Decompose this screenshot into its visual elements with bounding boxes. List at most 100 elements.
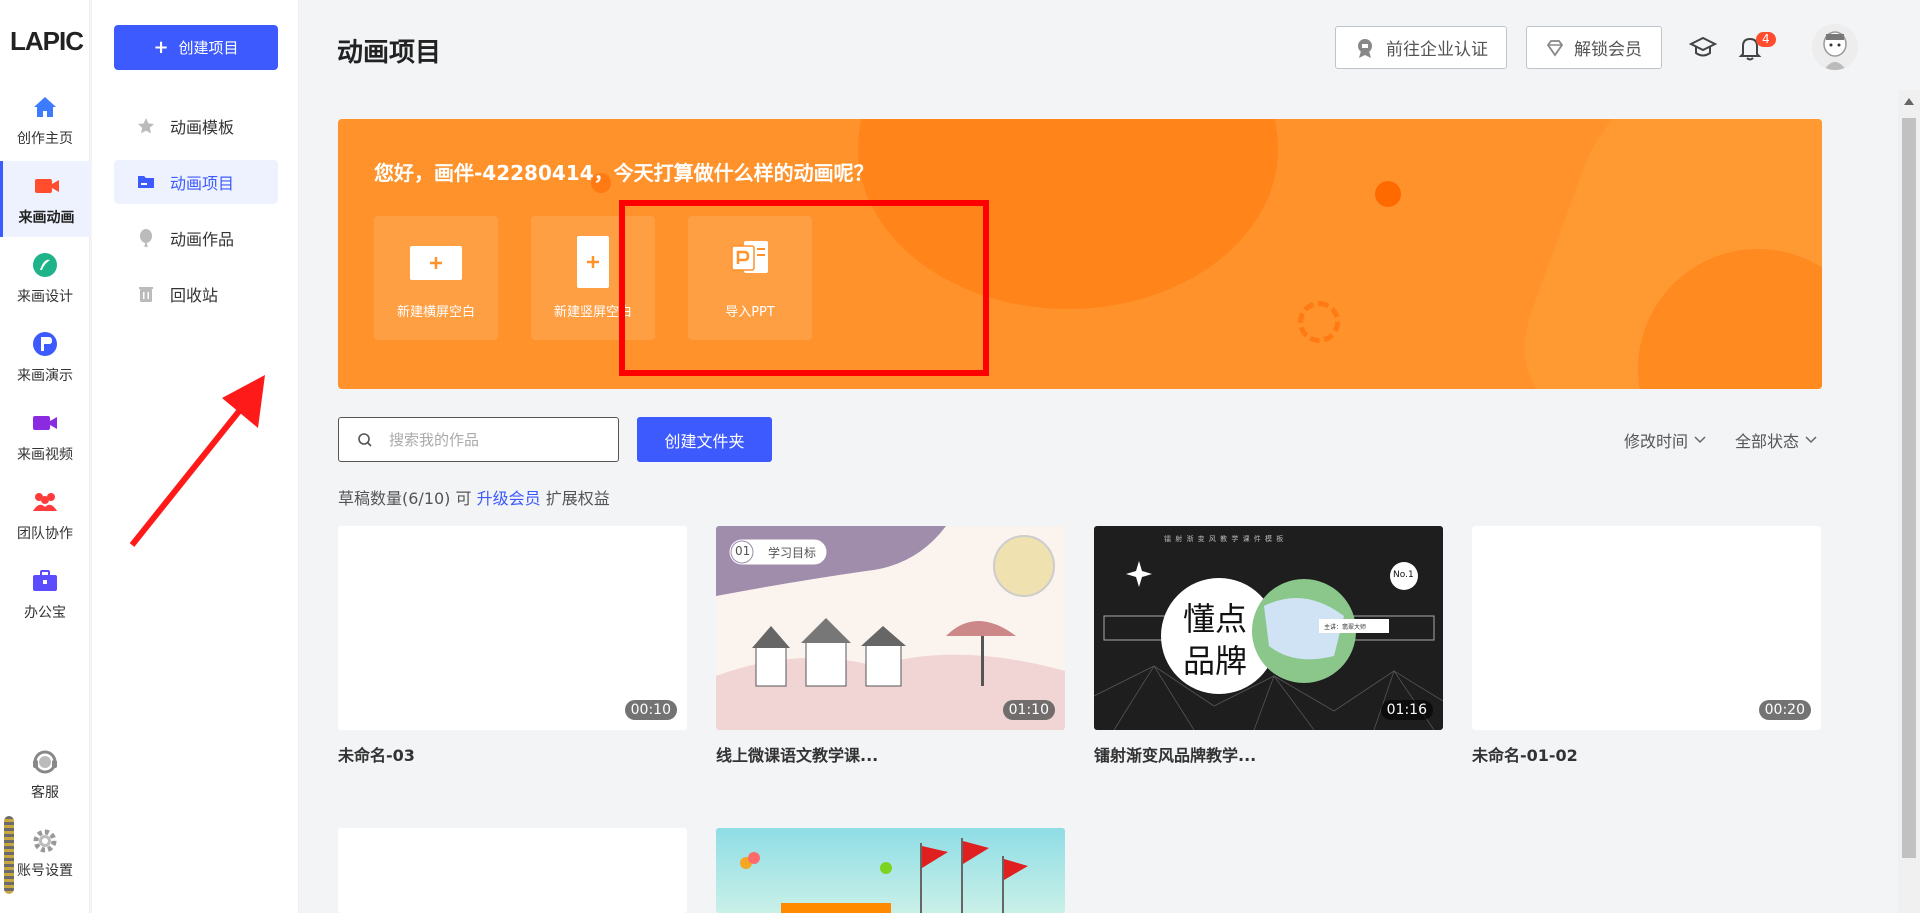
welcome-banner: 您好，画伴-42280414，今天打算做什么样的动画呢？ 新建横屏空白 新建竖屏… — [338, 119, 1822, 389]
project-title: 未命名-01-02 — [1472, 746, 1578, 765]
rail-item-video[interactable]: 来画视频 — [0, 398, 90, 474]
project-card[interactable] — [338, 828, 687, 913]
customer-service-label: 客服 — [31, 785, 59, 801]
upgrade-vip-link[interactable]: 升级会员 — [477, 489, 541, 508]
project-card[interactable]: 00:20 未命名-01-02 — [1472, 526, 1821, 766]
thumbnail-header-text: 镭 射 渐 变 风 教 学 课 件 模 板 — [1164, 535, 1285, 543]
unlock-vip-label: 解锁会员 — [1574, 40, 1642, 60]
sidenav-item-label: 动画模板 — [170, 118, 235, 137]
scrollbar-thumb[interactable] — [1902, 118, 1916, 858]
create-folder-button[interactable]: 创建文件夹 — [637, 417, 772, 462]
sidenav-item-projects[interactable]: 动画项目 — [114, 160, 278, 204]
duration-badge: 01:10 — [1002, 700, 1055, 720]
rail-item-label: 来画演示 — [17, 368, 73, 384]
main-content: 动画项目 前往企业认证 解锁会员 4 您好，画伴-42280414，今天打算做什… — [130, 0, 1920, 913]
thumbnail-text-line-2: 品牌 — [1183, 642, 1248, 680]
design-icon — [33, 253, 57, 277]
sidenav-item-label: 动画项目 — [170, 174, 235, 193]
search-input[interactable] — [389, 430, 599, 449]
banner-greeting: 您好，画伴-42280414，今天打算做什么样的动画呢？ — [374, 161, 874, 185]
red-arrow-icon — [130, 375, 265, 547]
unlock-vip-button[interactable]: 解锁会员 — [1526, 26, 1662, 69]
flag-illustration — [740, 838, 1028, 913]
enterprise-verify-label: 前往企业认证 — [1386, 40, 1488, 60]
project-card[interactable]: 01 学习目标 01:10 线上微课语文教学课... — [716, 526, 1065, 766]
video-camera-icon — [34, 179, 59, 193]
landscape-canvas-icon — [410, 246, 462, 280]
thumbnail-caption: 主讲：翡翠大师 — [1324, 624, 1367, 631]
thumbnail-badge: No.1 — [1393, 570, 1414, 580]
project-thumbnail — [338, 828, 687, 913]
scrollbar[interactable] — [1898, 90, 1920, 913]
create-project-label: 创建项目 — [178, 39, 239, 57]
rail-item-label: 来画视频 — [17, 447, 73, 463]
draft-count-text: 草稿数量(6/10) 可 — [338, 489, 472, 508]
avatar[interactable] — [1812, 24, 1858, 70]
lesson-tag-text: 学习目标 — [768, 546, 817, 560]
rail-item-label: 来画动画 — [18, 210, 75, 226]
rail-item-office[interactable]: 办公宝 — [0, 556, 90, 632]
rail-item-team[interactable]: 团队协作 — [0, 477, 90, 553]
sidenav-item-works[interactable]: 动画作品 — [114, 216, 278, 260]
rail-item-presentation[interactable]: 来画演示 — [0, 319, 90, 395]
project-card[interactable] — [716, 828, 1065, 913]
search-icon — [358, 432, 372, 447]
left-rail: LAPIC 创作主页 来画动画 来画设计 来画演示 来画视频 团队协作 办公宝 … — [0, 0, 90, 913]
team-icon — [33, 493, 57, 511]
gear-icon — [33, 829, 57, 853]
rail-item-home[interactable]: 创作主页 — [0, 82, 90, 158]
portrait-canvas-icon — [577, 236, 609, 288]
account-settings-label: 账号设置 — [17, 863, 73, 879]
scroll-up-arrow-icon[interactable] — [1904, 98, 1914, 105]
project-thumbnail — [716, 828, 1065, 913]
rail-item-label: 来画设计 — [17, 289, 73, 305]
rail-item-design[interactable]: 来画设计 — [0, 240, 90, 316]
duration-badge: 01:16 — [1380, 700, 1433, 720]
draft-suffix-text: 扩展权益 — [545, 489, 610, 508]
folder-icon — [138, 176, 154, 188]
user-avatar-icon — [1812, 24, 1858, 70]
project-thumbnail: 镭 射 渐 变 风 教 学 课 件 模 板 懂点 品牌 No.1 主讲：翡翠大师… — [1094, 526, 1443, 730]
lesson-number: 01 — [735, 544, 751, 558]
customer-service[interactable]: 客服 — [0, 746, 90, 802]
trash-icon — [139, 287, 153, 302]
duration-badge: 00:10 — [624, 700, 677, 720]
project-title: 未命名-03 — [338, 746, 415, 765]
create-project-button[interactable]: + 创建项目 — [114, 25, 278, 70]
sidenav-item-trash[interactable]: 回收站 — [114, 272, 278, 316]
new-landscape-blank-card[interactable]: 新建横屏空白 — [374, 216, 498, 340]
chevron-down-icon — [1805, 436, 1817, 444]
highlight-box — [619, 200, 989, 376]
rail-item-label: 团队协作 — [17, 526, 73, 542]
thumbnail-text-line-1: 懂点 — [1183, 600, 1248, 638]
draft-count-info: 草稿数量(6/10) 可 升级会员 扩展权益 — [338, 485, 610, 509]
new-landscape-blank-label: 新建横屏空白 — [396, 305, 475, 320]
project-card[interactable]: 镭 射 渐 变 风 教 学 课 件 模 板 懂点 品牌 No.1 主讲：翡翠大师… — [1094, 526, 1443, 766]
project-thumbnail: 00:20 — [1472, 526, 1821, 730]
video-icon — [33, 416, 57, 430]
page-title: 动画项目 — [337, 38, 442, 68]
status-label: 全部状态 — [1735, 432, 1800, 451]
search-box[interactable] — [338, 417, 619, 462]
rail-item-animation[interactable]: 来画动画 — [0, 161, 90, 237]
project-thumbnail: 00:10 — [338, 526, 687, 730]
sidenav-item-templates[interactable]: 动画模板 — [114, 104, 278, 148]
home-icon — [34, 97, 56, 117]
sidenav-item-label: 回收站 — [170, 286, 219, 305]
certificate-icon — [1358, 38, 1372, 58]
project-card[interactable]: 00:10 未命名-03 — [338, 526, 687, 766]
status-filter-dropdown[interactable]: 全部状态 — [1735, 428, 1817, 452]
briefcase-icon — [33, 570, 57, 591]
enterprise-verify-button[interactable]: 前往企业认证 — [1335, 26, 1507, 69]
presentation-icon — [33, 332, 57, 356]
app-logo[interactable]: LAPIC — [10, 26, 84, 57]
plus-icon: + — [153, 37, 169, 58]
star-icon — [138, 118, 154, 134]
sort-by-modified-dropdown[interactable]: 修改时间 — [1624, 428, 1706, 452]
chevron-down-icon — [1694, 436, 1706, 444]
sidenav-item-label: 动画作品 — [170, 230, 235, 249]
volume-indicator — [4, 816, 14, 894]
duration-badge: 00:20 — [1758, 700, 1811, 720]
project-thumbnail: 01 学习目标 01:10 — [716, 526, 1065, 730]
graduation-cap-icon[interactable] — [1689, 34, 1717, 62]
